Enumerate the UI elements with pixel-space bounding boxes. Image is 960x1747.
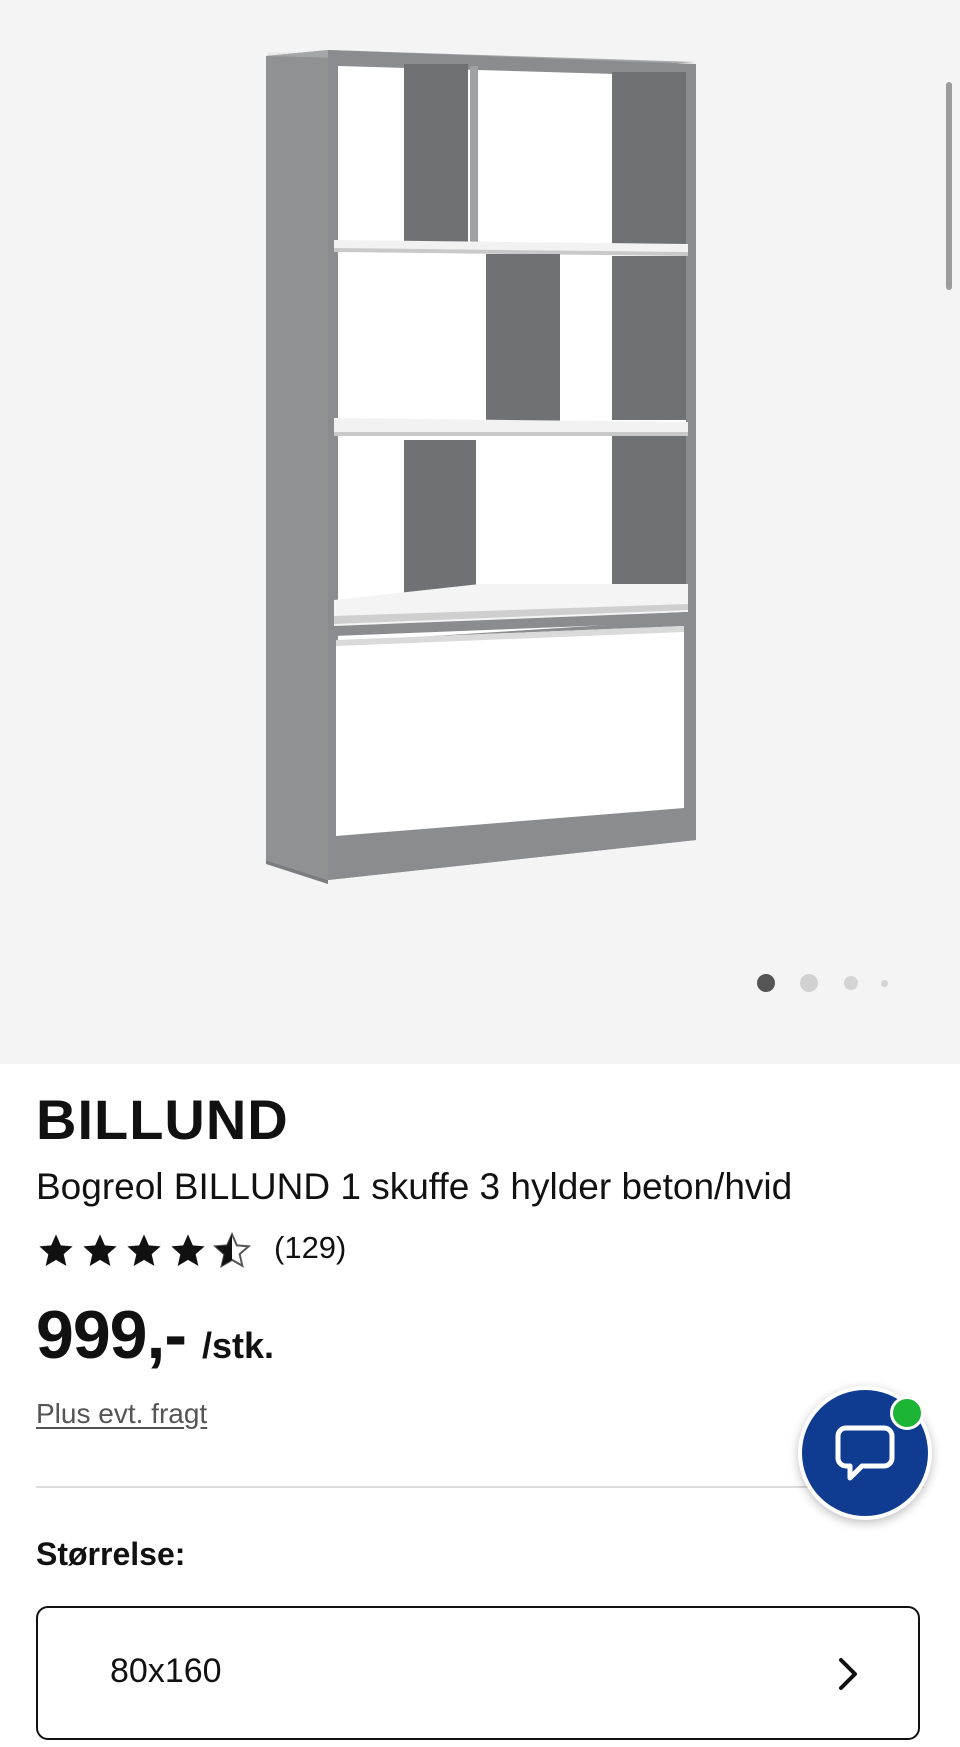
product-brand: BILLUND — [36, 1088, 289, 1151]
pagination-dot-2[interactable] — [800, 974, 818, 992]
star-icon — [83, 1234, 117, 1266]
rating-count: (129) — [274, 1230, 347, 1265]
product-image — [266, 50, 696, 884]
size-value: 80x160 — [110, 1652, 222, 1690]
rating-stars — [36, 1231, 252, 1271]
chevron-right-icon — [839, 1658, 857, 1690]
price-unit: /stk. — [202, 1325, 275, 1366]
online-status-indicator — [890, 1396, 924, 1430]
gallery-pagination — [0, 973, 960, 993]
product-price: 999,- — [36, 1297, 187, 1373]
star-icon — [171, 1234, 205, 1266]
scrollbar[interactable] — [946, 82, 952, 290]
chat-bubble-icon — [835, 1425, 895, 1481]
size-label: Størrelse: — [36, 1536, 186, 1572]
freight-link[interactable]: Plus evt. fragt — [36, 1398, 207, 1430]
star-icon — [39, 1234, 73, 1266]
product-description: Bogreol BILLUND 1 skuffe 3 hylder beton/… — [36, 1166, 793, 1207]
product-rating[interactable]: (129) — [36, 1226, 346, 1276]
divider — [36, 1486, 924, 1488]
price-row: 999,- /stk. — [36, 1296, 274, 1374]
product-image-gallery[interactable] — [0, 0, 960, 1064]
pagination-dot-4[interactable] — [881, 980, 888, 987]
size-selector[interactable]: 80x160 — [36, 1606, 920, 1740]
pagination-dot-1[interactable] — [757, 974, 775, 992]
pagination-dot-3[interactable] — [844, 976, 858, 990]
half-star-icon — [212, 1231, 252, 1269]
star-icon — [127, 1234, 161, 1266]
